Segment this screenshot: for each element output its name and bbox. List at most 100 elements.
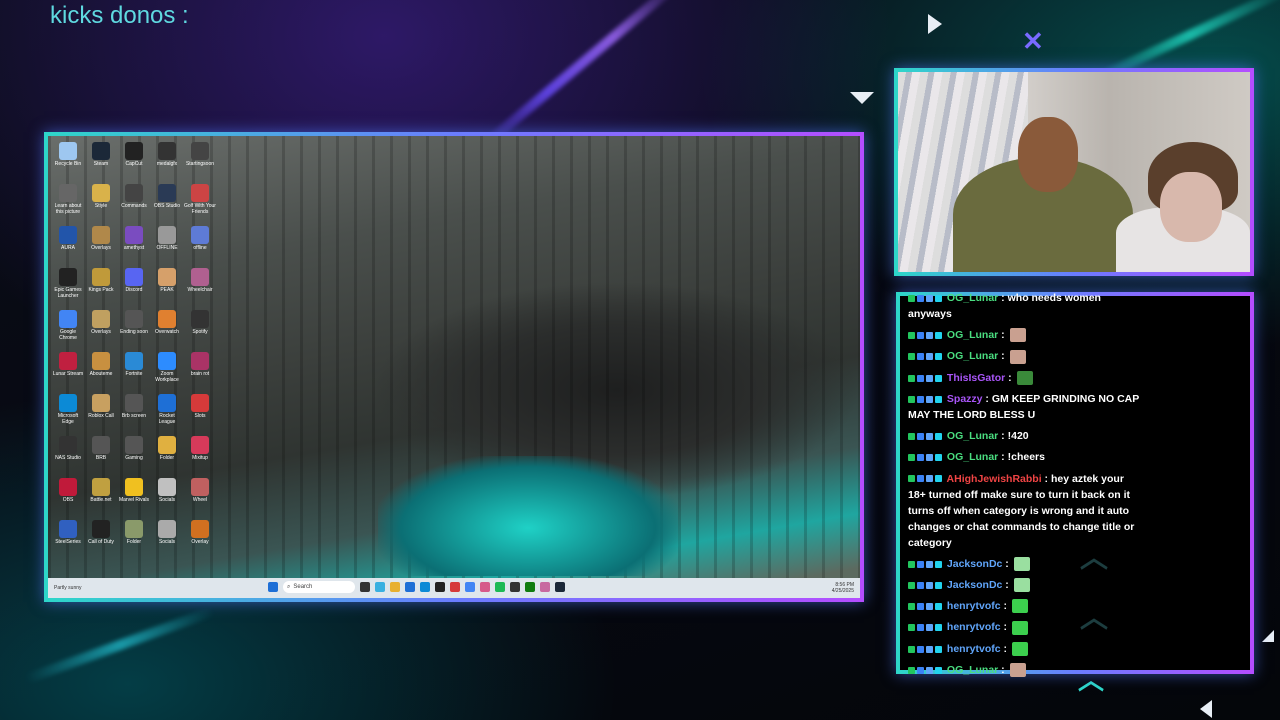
store-icon[interactable] (405, 582, 415, 592)
desktop-icon[interactable]: Lunar Stream (52, 352, 84, 391)
chat-username[interactable]: Spazzy (944, 393, 983, 405)
chat-username[interactable]: OG_Lunar (944, 451, 998, 463)
desktop-icon[interactable]: Brb screen (118, 394, 150, 433)
desktop-icon[interactable]: Microsoft Edge (52, 394, 84, 433)
desktop-icon[interactable]: BRB (85, 436, 117, 475)
app-icon[interactable] (480, 582, 490, 592)
desktop-icon[interactable]: AURA (52, 226, 84, 265)
desktop-icon[interactable]: brain rot (184, 352, 216, 391)
desktop-icon[interactable]: OFFLINE (151, 226, 183, 265)
desktop-icon-label: Slots (194, 413, 206, 419)
desktop-icon-label: Call of Duty (88, 539, 114, 545)
desktop-icon[interactable]: Marvel Rivals (118, 478, 150, 517)
face-emote-icon (1009, 663, 1026, 678)
badge-icon (926, 374, 933, 382)
desktop-icon[interactable]: Spotify (184, 310, 216, 349)
copilot-icon[interactable] (375, 582, 385, 592)
chat-username[interactable]: AHighJewishRabbi (944, 473, 1042, 485)
chrome-icon[interactable] (465, 582, 475, 592)
desktop-icon[interactable]: Roblox Call (85, 394, 117, 433)
chat-username[interactable]: OG_Lunar (944, 292, 998, 304)
desktop-icon[interactable]: Gaming (118, 436, 150, 475)
task-view-icon[interactable] (360, 582, 370, 592)
desktop-icon[interactable]: Recycle Bin (52, 142, 84, 181)
desktop-icon[interactable]: Golf With Your Friends (184, 184, 216, 223)
green-emote-icon (1011, 620, 1028, 635)
desktop-icon[interactable]: Rocket League (151, 394, 183, 433)
app-icon[interactable] (450, 582, 460, 592)
desktop-icon[interactable]: Stiyle (85, 184, 117, 223)
desktop-icon-image (191, 520, 209, 538)
desktop-icon[interactable]: NAS Studio (52, 436, 84, 475)
start-icon[interactable] (268, 582, 278, 592)
desktop-icon[interactable]: Wheel (184, 478, 216, 517)
desktop-icon[interactable]: Kings Pack (85, 268, 117, 307)
desktop-icon[interactable]: Epic Games Launcher (52, 268, 84, 307)
chat-message: JacksonDc : (908, 556, 1144, 572)
badge-icon (917, 353, 924, 361)
chat-username[interactable]: JacksonDc (944, 579, 1002, 591)
chat-username[interactable]: OG_Lunar (944, 350, 998, 362)
system-tray[interactable]: 8:56 PM 4/25/2025 (832, 582, 854, 594)
desktop-icon[interactable]: Ending soon (118, 310, 150, 349)
desktop-icon[interactable]: Google Chrome (52, 310, 84, 349)
desktop-icon[interactable]: Overwatch (151, 310, 183, 349)
file-explorer-icon[interactable] (390, 582, 400, 592)
desktop-icon[interactable]: OBS (52, 478, 84, 517)
desktop-icon[interactable]: amethyst (118, 226, 150, 265)
chat-username[interactable]: ThisIsGator (944, 372, 1005, 384)
desktop-icon-image (191, 394, 209, 412)
desktop-icon[interactable]: OBS Studio (151, 184, 183, 223)
desktop-icon-label: Roblox Call (88, 413, 114, 419)
edge-icon[interactable] (420, 582, 430, 592)
desktop-icon[interactable]: Wheelchair (184, 268, 216, 307)
desktop-icon[interactable]: CapCut (118, 142, 150, 181)
weather-widget[interactable]: Partly sunny (54, 585, 104, 591)
desktop-icon[interactable]: Overlays (85, 226, 117, 265)
chat-username[interactable]: henrytvofc (944, 600, 1001, 612)
desktop-icon[interactable]: Call of Duty (85, 520, 117, 559)
desktop-icon-image (92, 142, 110, 160)
desktop-capture: Recycle Bin Steam CapCut medalgfx Startingso… (44, 132, 864, 602)
desktop-icon[interactable]: Folder (118, 520, 150, 559)
chat-separator: : (1041, 472, 1051, 485)
desktop-icon[interactable]: Commands (118, 184, 150, 223)
spotify-icon[interactable] (495, 582, 505, 592)
desktop-icon[interactable]: Fortnite (118, 352, 150, 391)
chat-message: OG_Lunar : !cheers (908, 449, 1144, 465)
obs-icon[interactable] (435, 582, 445, 592)
taskbar-search[interactable]: ⌕ Search (283, 581, 355, 593)
chat-username[interactable]: OG_Lunar (944, 664, 998, 676)
desktop-icon[interactable]: PEAK (151, 268, 183, 307)
desktop-icon[interactable]: Slots (184, 394, 216, 433)
desktop-icon[interactable]: Mixitup (184, 436, 216, 475)
app-icon[interactable] (510, 582, 520, 592)
desktop-icon[interactable]: Overlays (85, 310, 117, 349)
desktop-icon[interactable]: Socials (151, 478, 183, 517)
chat-username[interactable]: henrytvofc (944, 643, 1001, 655)
steam-icon[interactable] (555, 582, 565, 592)
desktop-icon[interactable]: medalgfx (151, 142, 183, 181)
xbox-icon[interactable] (525, 582, 535, 592)
chat-username[interactable]: JacksonDc (944, 558, 1002, 570)
desktop-icon[interactable]: Socials (151, 520, 183, 559)
badge-icon (935, 294, 942, 302)
desktop-icon[interactable]: Learn about this picture (52, 184, 84, 223)
chat-username[interactable]: henrytvofc (944, 621, 1001, 633)
desktop-icon[interactable]: SteelSeries (52, 520, 84, 559)
chat-username[interactable]: OG_Lunar (944, 430, 998, 442)
desktop-icon[interactable]: Zoom Workplace (151, 352, 183, 391)
desktop-icon[interactable]: Overlay (184, 520, 216, 559)
app-icon[interactable] (540, 582, 550, 592)
desktop-icon[interactable]: Folder (151, 436, 183, 475)
desktop-icon[interactable]: Discord (118, 268, 150, 307)
desktop-icon-label: Kings Pack (88, 287, 114, 293)
desktop-icon[interactable]: Startingsoon (184, 142, 216, 181)
desktop-icon-label: Lunar Stream (52, 371, 84, 377)
desktop-icon[interactable]: Steam (85, 142, 117, 181)
desktop-icon[interactable]: Battle.net (85, 478, 117, 517)
desktop-icon[interactable]: offline (184, 226, 216, 265)
chat-username[interactable]: OG_Lunar (944, 329, 998, 341)
desktop-icon[interactable]: Abouteme (85, 352, 117, 391)
desktop-icon-image (125, 226, 143, 244)
